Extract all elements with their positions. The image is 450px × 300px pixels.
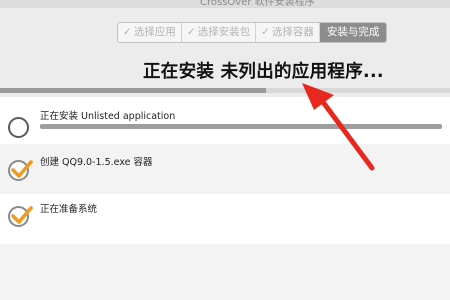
annotation-arrow <box>302 83 375 171</box>
